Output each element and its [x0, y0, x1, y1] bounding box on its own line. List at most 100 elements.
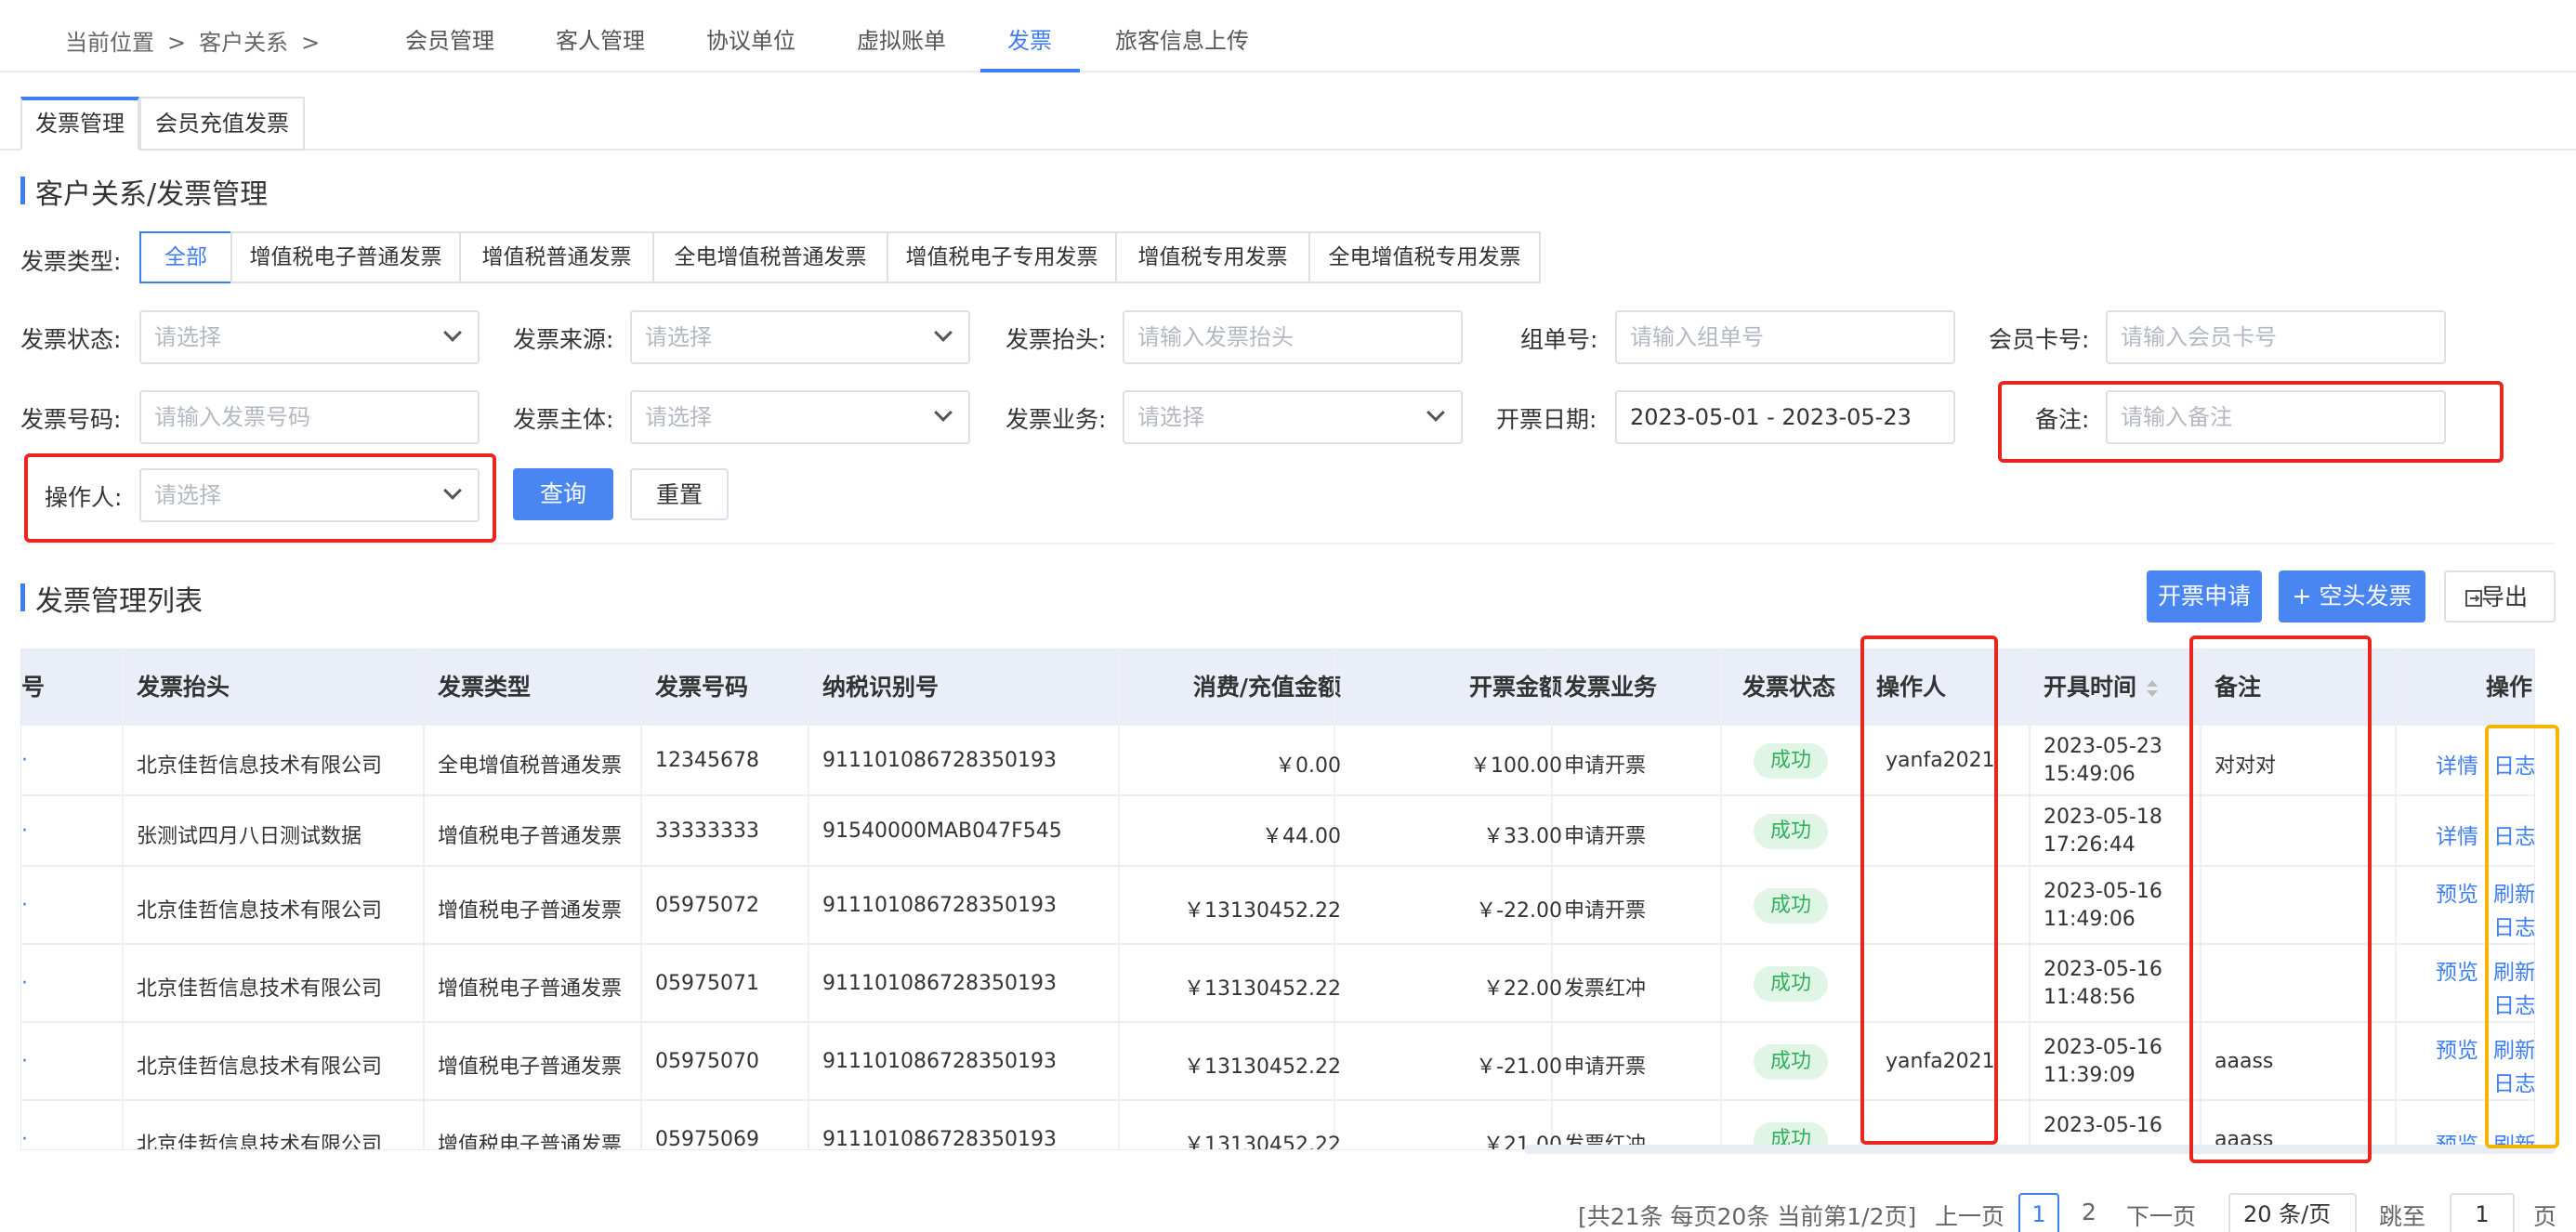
subtab-invoice-management[interactable]: 发票管理 — [20, 97, 139, 151]
header-label: 发票抬头: — [1005, 326, 1107, 353]
section-title-list: 发票管理列表 — [20, 578, 203, 619]
breadcrumb-sep: > — [167, 30, 187, 56]
type-vat-special[interactable]: 增值税专用发票 — [1115, 231, 1310, 283]
cell-invoice-amount: ￥22.00 — [1483, 977, 1562, 1001]
subject-select[interactable]: 请选择 — [630, 390, 970, 444]
cell-invoice-amount: ￥100.00 — [1470, 754, 1562, 778]
cell-time: 2023-05-16 11:49:06 — [2044, 878, 2162, 934]
nav-tab-virtual-bills[interactable]: 虚拟账单 — [857, 22, 946, 55]
page-size-select[interactable]: 20 条/页 — [2228, 1193, 2357, 1232]
cell-time: 2023-05-23 15:49:06 — [2044, 733, 2162, 789]
cell-no: · — [21, 819, 28, 843]
cell-title: 北京佳哲信息技术有限公司 — [137, 1055, 383, 1079]
cell-time: 2023-05-16 11:39:09 — [2044, 1034, 2162, 1090]
cell-amount: ￥13130452.22 — [1184, 1134, 1341, 1150]
op-link-primary[interactable]: 预览 — [2436, 876, 2478, 908]
business-label: 发票业务: — [1005, 406, 1107, 433]
cell-date: 2023-05-16 — [2044, 958, 2162, 981]
number-input[interactable]: 请输入发票号码 — [139, 390, 480, 444]
reset-button[interactable]: 重置 — [630, 468, 729, 520]
page-1[interactable]: 1 — [2018, 1193, 2059, 1232]
th-tax: 纳税识别号 — [822, 674, 940, 701]
nav-tab-members[interactable]: 会员管理 — [405, 22, 494, 55]
cell-type: 增值税电子普通发票 — [438, 899, 623, 923]
business-select[interactable]: 请选择 — [1123, 390, 1463, 444]
th-time: 开具时间 — [2044, 674, 2137, 701]
prev-page[interactable]: 上一页 — [1935, 1199, 2004, 1232]
cell-business: 申请开票 — [1564, 825, 1647, 848]
cell-number: 05975069 — [655, 1128, 759, 1150]
status-select[interactable]: 请选择 — [139, 310, 480, 364]
breadcrumb-item[interactable]: 客户关系 — [199, 30, 288, 56]
page-size-label: 20 条/页 — [2243, 1201, 2332, 1227]
chevron-down-icon — [934, 403, 953, 422]
cell-type: 增值税电子普通发票 — [438, 977, 623, 1001]
cell-clock: 15:49:06 — [2044, 763, 2136, 786]
cell-no: · — [21, 1128, 28, 1150]
cell-no: · — [21, 749, 28, 772]
th-business: 发票业务 — [1564, 674, 1658, 701]
group-label: 组单号: — [1520, 326, 1598, 353]
horizontal-scrollbar[interactable] — [1524, 1145, 2556, 1154]
cell-business: 申请开票 — [1564, 1055, 1647, 1079]
invoice-type-label: 发票类型: — [20, 248, 122, 275]
blank-invoice-button[interactable]: + 空头发票 — [2279, 570, 2425, 623]
source-select[interactable]: 请选择 — [630, 310, 970, 364]
type-full-e-vat-normal[interactable]: 全电增值税普通发票 — [652, 231, 888, 283]
table-row: · 北京佳哲信息技术有限公司 增值税电子普通发票 05975069 9111010867… — [21, 1101, 2534, 1150]
cell-title: 北京佳哲信息技术有限公司 — [137, 754, 383, 778]
table-header: 号 发票抬头 发票类型 发票号码 纳税识别号 消费/充值金额 开票金额 发票业务… — [21, 649, 2534, 726]
next-page[interactable]: 下一页 — [2126, 1199, 2196, 1232]
nav-tab-guest-info-upload[interactable]: 旅客信息上传 — [1115, 22, 1249, 55]
table-row: · 北京佳哲信息技术有限公司 全电增值税普通发票 12345678 9111010867… — [21, 726, 2534, 796]
cell-business: 发票红冲 — [1564, 977, 1647, 1001]
nav-tab-guests[interactable]: 客人管理 — [556, 22, 645, 55]
nav-tab-invoice[interactable]: 发票 — [1007, 22, 1052, 55]
cell-tax-id: 911101086728350193 — [822, 894, 1057, 917]
status-badge: 成功 — [1754, 743, 1828, 779]
cell-date: 2023-05-16 — [2044, 1114, 2162, 1137]
type-vat-e-special[interactable]: 增值税电子专用发票 — [887, 231, 1117, 283]
op-link-primary[interactable]: 详情 — [2436, 819, 2478, 850]
card-input[interactable]: 请输入会员卡号 — [2106, 310, 2446, 364]
type-full-e-vat-special[interactable]: 全电增值税专用发票 — [1308, 231, 1541, 283]
cell-title: 北京佳哲信息技术有限公司 — [137, 1134, 383, 1150]
op-link-primary[interactable]: 预览 — [2436, 954, 2478, 986]
th-type: 发票类型 — [438, 674, 532, 701]
type-vat-e-normal[interactable]: 增值税电子普通发票 — [230, 231, 461, 283]
op-link-primary[interactable]: 预览 — [2436, 1032, 2478, 1064]
cell-date: 2023-05-18 — [2044, 806, 2162, 829]
type-all[interactable]: 全部 — [139, 231, 232, 283]
export-button[interactable]: 导出 — [2444, 570, 2556, 623]
apply-invoice-button[interactable]: 开票申请 — [2147, 570, 2262, 623]
status-badge: 成功 — [1754, 1044, 1828, 1080]
table-row: · 北京佳哲信息技术有限公司 增值税电子普通发票 05975070 9111010867… — [21, 1023, 2534, 1101]
jump-input[interactable]: 1 — [2450, 1193, 2515, 1232]
breadcrumb-prefix: 当前位置 — [65, 30, 154, 56]
cell-invoice-amount: ￥33.00 — [1483, 825, 1562, 848]
type-vat-normal[interactable]: 增值税普通发票 — [459, 231, 654, 283]
cell-date: 2023-05-16 — [2044, 1036, 2162, 1059]
date-range-input[interactable]: 2023-05-01 - 2023-05-23 — [1615, 390, 1955, 444]
header-input[interactable]: 请输入发票抬头 — [1123, 310, 1463, 364]
breadcrumb: 当前位置 > 客户关系 > — [65, 24, 333, 57]
group-input[interactable]: 请输入组单号 — [1615, 310, 1955, 364]
status-badge: 成功 — [1754, 888, 1828, 924]
sub-tabs: 发票管理 会员充值发票 — [0, 97, 2576, 151]
divider — [20, 543, 2556, 544]
cell-tax-id: 911101086728350193 — [822, 1128, 1057, 1150]
date-label: 开票日期: — [1496, 406, 1597, 433]
cell-title: 北京佳哲信息技术有限公司 — [137, 977, 383, 1001]
page-2[interactable]: 2 — [2082, 1199, 2096, 1225]
nav-tab-agreement-units[interactable]: 协议单位 — [706, 22, 795, 55]
subtab-member-recharge-invoice[interactable]: 会员充值发票 — [139, 97, 305, 151]
export-label: 导出 — [2481, 583, 2529, 610]
query-button[interactable]: 查询 — [513, 468, 613, 520]
highlight-log-column — [2485, 725, 2559, 1148]
cell-tax-id: 911101086728350193 — [822, 749, 1057, 772]
section-title-filters: 客户关系/发票管理 — [20, 171, 268, 212]
source-placeholder: 请选择 — [645, 324, 712, 350]
sort-icon[interactable] — [2146, 679, 2159, 698]
cell-time: 2023-05-16 11:48:56 — [2044, 956, 2162, 1012]
op-link-primary[interactable]: 详情 — [2436, 748, 2478, 780]
